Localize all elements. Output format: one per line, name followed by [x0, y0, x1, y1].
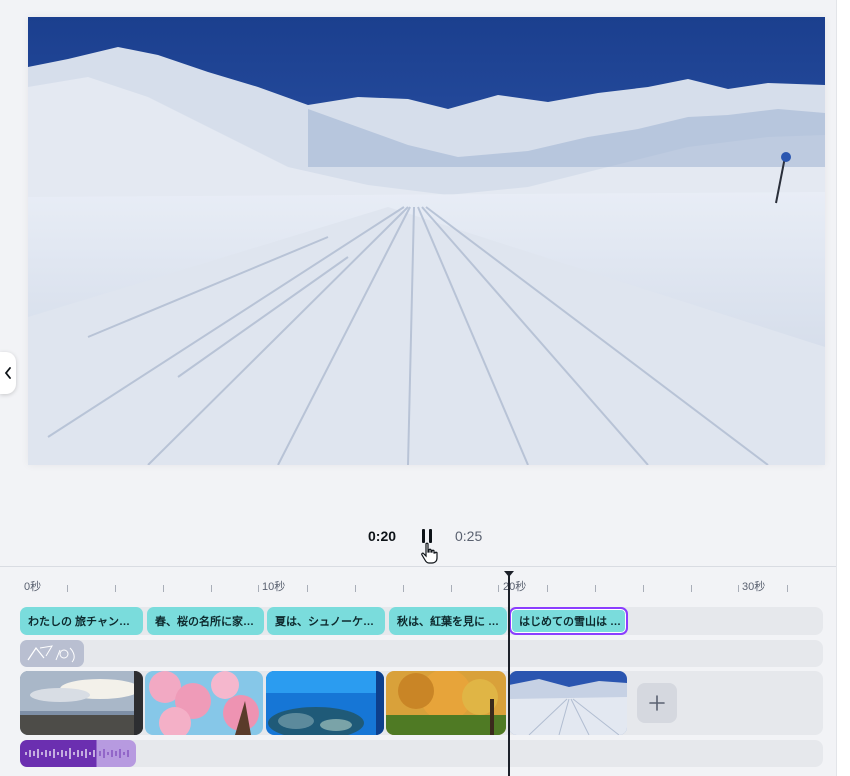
effect-clip[interactable]: [20, 640, 84, 667]
sidebar-toggle[interactable]: [0, 352, 16, 394]
caption-clip-text: わたしの 旅チャン…: [28, 616, 130, 628]
timeline-ruler[interactable]: 0秒 10秒 20秒 30秒: [0, 574, 836, 596]
ruler-tick: [738, 585, 739, 592]
ruler-tick: [307, 585, 308, 592]
timeline-playhead[interactable]: [508, 571, 510, 776]
caption-clip-selected[interactable]: はじめての雪山は …: [509, 607, 628, 635]
ruler-label-0: 0秒: [24, 581, 42, 593]
ruler-tick: [355, 585, 356, 592]
effect-track[interactable]: [20, 640, 823, 667]
video-clip-autumn[interactable]: [386, 671, 506, 735]
ruler-tick: [547, 585, 548, 592]
playback-controls: 0:20 0:25: [0, 520, 836, 564]
video-clip-airport[interactable]: [20, 671, 143, 735]
hand-cursor-icon: [421, 542, 438, 564]
timeline-divider: [0, 566, 836, 567]
ruler-tick: [403, 585, 404, 592]
add-clip-button[interactable]: [637, 683, 677, 723]
audio-waveform: [25, 748, 129, 759]
vertical-scrollbar[interactable]: [836, 0, 850, 776]
video-preview[interactable]: [28, 17, 825, 465]
chevron-left-icon: [4, 367, 11, 379]
caption-clip-text: 秋は、紅葉を見に …: [397, 616, 500, 628]
airport-thumbnail: [20, 671, 143, 735]
ruler-tick: [67, 585, 68, 592]
plus-icon: [649, 695, 665, 711]
caption-clip-text: 春、桜の名所に家…: [155, 616, 254, 628]
ruler-label-10: 10秒: [262, 581, 286, 593]
playhead-handle-icon[interactable]: [503, 570, 515, 578]
caption-clip-text: 夏は、シュノーケ…: [275, 616, 374, 628]
caption-clip[interactable]: 春、桜の名所に家…: [147, 607, 264, 635]
cherry-blossom-thumbnail: [145, 671, 263, 735]
current-time: 0:20: [368, 528, 397, 544]
snow-mountain-thumbnail: [509, 671, 627, 735]
caption-clip[interactable]: 夏は、シュノーケ…: [267, 607, 385, 635]
ruler-tick: [163, 585, 164, 592]
underwater-thumbnail: [266, 671, 384, 735]
autumn-leaves-thumbnail: [386, 671, 506, 735]
ruler-label-30: 30秒: [742, 581, 766, 593]
snow-mountain-preview-image: [28, 17, 825, 465]
ruler-tick: [691, 585, 692, 592]
caption-clip-text: はじめての雪山は …: [519, 616, 622, 628]
ruler-tick: [451, 585, 452, 592]
video-clip-cherry-blossom[interactable]: [145, 671, 263, 735]
caption-clip[interactable]: 秋は、紅葉を見に …: [389, 607, 507, 635]
total-time: 0:25: [455, 528, 483, 544]
ruler-tick: [115, 585, 116, 592]
ruler-tick: [498, 585, 499, 592]
video-clip-snorkel[interactable]: [266, 671, 384, 735]
sparkle-effect-icon: [27, 645, 75, 663]
caption-clip[interactable]: わたしの 旅チャン…: [20, 607, 143, 635]
ruler-tick: [258, 585, 259, 592]
ruler-label-20: 20秒: [503, 581, 527, 593]
ruler-tick: [211, 585, 212, 592]
video-clip-snow-mountain[interactable]: [509, 671, 627, 735]
audio-clip[interactable]: [20, 740, 136, 767]
ruler-tick: [643, 585, 644, 592]
audio-track[interactable]: [20, 740, 823, 767]
ruler-tick: [595, 585, 596, 592]
ruler-tick: [787, 585, 788, 592]
